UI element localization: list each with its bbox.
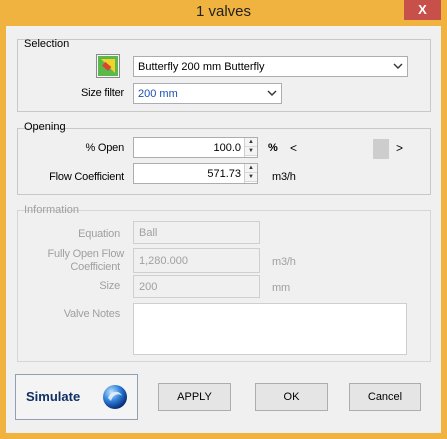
slider-thumb[interactable]	[373, 139, 389, 159]
simulate-button-label: Simulate	[26, 389, 81, 404]
fully-open-unit: m3/h	[272, 256, 296, 268]
valve-select-value: Butterfly 200 mm Butterfly	[138, 61, 265, 73]
percent-open-input[interactable]: 100.0 ▲ ▼	[133, 137, 258, 158]
slider-left-arrow[interactable]: <	[290, 141, 297, 155]
fully-open-field: 1,280.000	[133, 248, 260, 273]
percent-open-spinner[interactable]: ▲ ▼	[244, 138, 257, 157]
percent-open-value: 100.0	[213, 142, 241, 154]
valve-picker-icon	[98, 56, 118, 76]
selection-group-label: Selection	[24, 38, 70, 50]
valve-notes-label: Valve Notes	[63, 308, 120, 320]
size-filter-label: Size filter	[80, 87, 124, 99]
size-label: Size	[99, 280, 120, 292]
dialog-client: Selection Butterfly 200 mm Butterfly Siz…	[6, 26, 441, 433]
fully-open-label-line1: Fully Open Flow	[47, 248, 125, 260]
apply-button[interactable]: APPLY	[158, 383, 231, 411]
simulate-globe-icon	[103, 385, 127, 409]
opening-group-label: Opening	[24, 121, 66, 133]
flow-coeff-label: Flow Coefficient	[49, 171, 124, 183]
flow-coeff-value: 571.73	[207, 168, 241, 180]
valve-notes-textarea[interactable]	[133, 303, 407, 355]
equation-field: Ball	[133, 221, 260, 244]
fully-open-value: 1,280.000	[139, 255, 188, 267]
valve-picker-button[interactable]	[96, 54, 120, 78]
flow-coeff-unit: m3/h	[272, 171, 296, 183]
size-value: 200	[139, 281, 158, 293]
percent-open-label: % Open	[85, 142, 124, 154]
title-bar: 1 valves X	[0, 0, 447, 26]
valve-select[interactable]: Butterfly 200 mm Butterfly	[133, 56, 408, 77]
information-group-label: Information	[24, 204, 80, 216]
ok-button[interactable]: OK	[255, 383, 328, 411]
size-unit: mm	[272, 282, 290, 294]
simulate-button[interactable]: Simulate	[15, 374, 138, 420]
window-title: 1 valves	[195, 3, 252, 20]
slider-right-arrow[interactable]: >	[396, 141, 403, 155]
chevron-down-icon	[267, 90, 277, 96]
fully-open-label-line2: Coefficient	[70, 261, 120, 273]
flow-coeff-spinner[interactable]: ▲ ▼	[244, 164, 257, 183]
cancel-button[interactable]: Cancel	[349, 383, 421, 411]
equation-value: Ball	[139, 227, 158, 239]
percent-open-slider[interactable]: < >	[286, 138, 410, 160]
size-field: 200	[133, 275, 260, 298]
percent-unit: %	[268, 142, 278, 154]
size-filter-select[interactable]: 200 mm	[133, 83, 282, 104]
equation-label: Equation	[78, 228, 120, 240]
size-filter-value: 200 mm	[138, 88, 178, 100]
close-button[interactable]: X	[404, 0, 441, 20]
chevron-down-icon	[393, 63, 403, 69]
flow-coeff-input[interactable]: 571.73 ▲ ▼	[133, 163, 258, 184]
